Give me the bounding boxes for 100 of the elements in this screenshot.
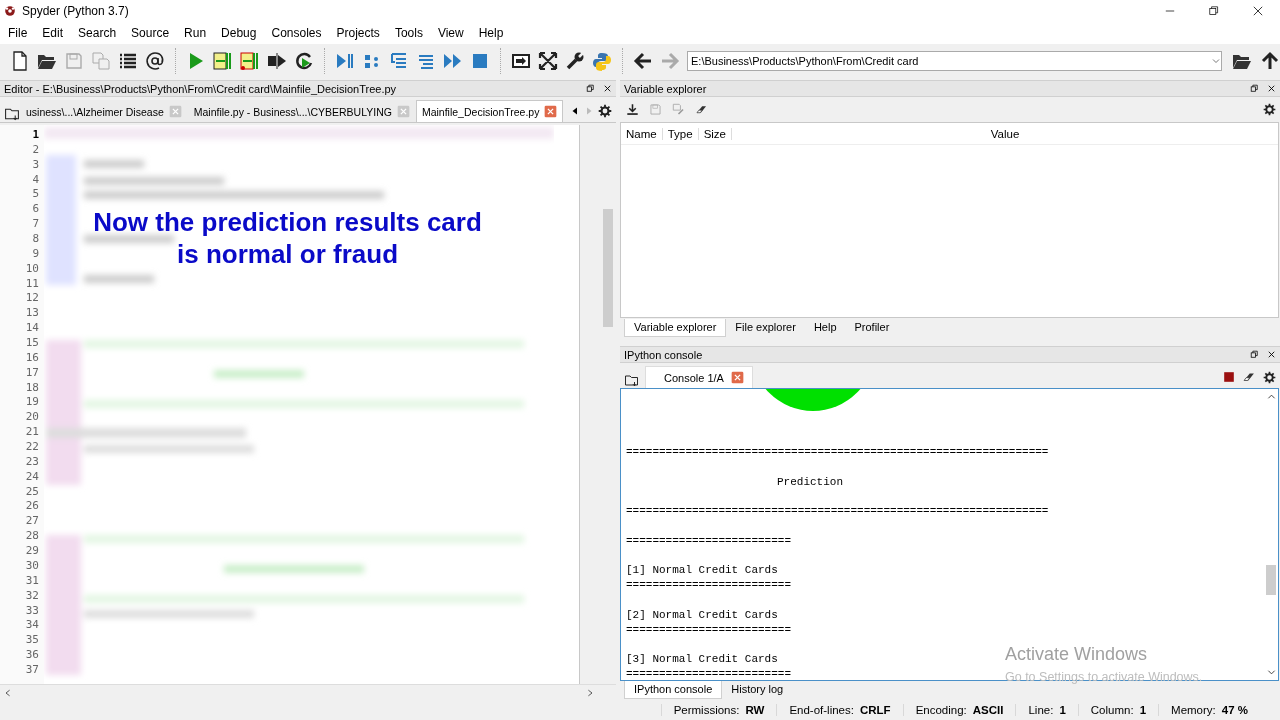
status-value: ASCII [972,704,1004,716]
activation-notice: Activate Windows [1005,644,1148,665]
left-arrow-icon[interactable] [570,105,580,117]
close-icon[interactable] [1252,5,1264,17]
status-label: Column: [1090,704,1134,716]
browse-tabs-icon[interactable] [4,106,20,122]
line-number: 31 [24,573,40,589]
editor-tab[interactable]: Mainfile_DecisionTree.py [415,100,564,122]
line-number: 18 [24,380,40,396]
output-rule: ========================= [626,666,792,680]
menu-item[interactable]: Tools [388,24,429,42]
status-value: 1 [1139,704,1147,716]
menu-item[interactable]: Projects [330,24,386,42]
step-into-icon[interactable] [389,51,409,71]
scroll-thumb[interactable] [603,209,613,327]
pane-title: IPython console [624,348,704,361]
output-line: [2] Normal Credit Cards [626,607,778,623]
line-number: 32 [24,588,40,604]
editor-tab[interactable]: usiness\...\Alzheimer Disease [20,100,188,122]
line-number: 16 [24,350,40,366]
run-cell-icon[interactable] [213,51,233,71]
line-number: 22 [24,440,40,455]
column-header[interactable]: Value [732,127,1278,140]
scroll-down-icon[interactable] [1266,668,1276,677]
browse-tabs-icon[interactable] [624,373,639,388]
new-file-icon[interactable] [10,51,30,71]
stop-icon[interactable] [1223,371,1235,383]
line-number: 12 [24,291,40,307]
pane-title: Variable explorer [624,82,708,95]
list-icon[interactable] [118,51,138,71]
pane-tab[interactable]: IPython console [624,681,723,699]
scroll-up-icon[interactable] [1266,392,1276,401]
menu-item[interactable]: File [2,24,34,42]
output-heading: Prediction [776,474,843,490]
close-icon[interactable] [1266,349,1277,360]
wrench-icon[interactable] [565,51,585,71]
menu-item[interactable]: Help [472,24,510,42]
settings-icon[interactable] [598,104,612,118]
column-header[interactable]: Name [621,127,663,140]
scroll-left-icon[interactable] [4,687,12,698]
output-rule: ================================================================ [626,445,1049,460]
line-number: 17 [24,365,40,381]
status-label: Memory: [1171,704,1216,716]
pane-tab[interactable]: History log [722,681,793,699]
output-rule: ========================= [626,622,792,638]
settings-icon[interactable] [1263,370,1276,384]
run-selection-icon[interactable] [267,51,287,71]
scroll-right-icon[interactable] [586,687,594,698]
status-label: Permissions: [673,704,740,716]
back-arrow-icon[interactable] [633,51,653,71]
line-number: 10 [24,261,40,277]
menu-item[interactable]: Consoles [265,24,328,42]
fullscreen-icon[interactable] [538,51,558,71]
pane-tab[interactable]: Profiler [845,319,899,337]
line-number: 8 [31,232,40,247]
undock-icon[interactable] [1249,83,1260,94]
menu-item[interactable]: Edit [36,24,70,42]
status-value: CRLF [859,704,891,716]
python-logo-icon[interactable] [592,51,612,71]
line-number: 28 [24,529,40,545]
rerun-icon[interactable] [294,51,314,71]
column-header[interactable]: Type [662,127,699,140]
up-arrow-icon[interactable] [1260,51,1280,71]
debug-icon[interactable] [335,51,355,71]
continue-icon[interactable] [443,51,463,71]
undock-icon[interactable] [585,83,596,94]
status-value: RW [745,704,765,716]
menu-item[interactable]: Search [72,24,123,42]
settings-icon[interactable] [1263,102,1276,116]
pane-tab[interactable]: Variable explorer [624,319,727,337]
editor-tab[interactable]: Mainfile.py - Business\...\CYBERBULYING [187,100,416,122]
line-number: 20 [24,410,40,426]
pane-tab[interactable]: File explorer [726,319,805,337]
line-number: 37 [24,662,40,678]
maximize-pane-icon[interactable] [511,51,531,71]
stop-icon[interactable] [470,51,490,71]
close-icon[interactable] [602,83,613,94]
line-number: 29 [24,544,40,559]
import-data-icon[interactable] [626,102,639,116]
console-tab[interactable]: Console 1/A [645,366,753,388]
restore-icon[interactable] [1208,5,1220,17]
menu-item[interactable]: Run [178,24,213,42]
path-field[interactable]: E:\Business\Products\Python\From\Credit card [687,51,1222,71]
menu-item[interactable]: View [431,24,470,42]
status-label: Line: [1028,704,1054,716]
line-number: 6 [31,202,40,218]
window-title: Spyder (Python 3.7) [22,4,129,18]
close-icon[interactable] [1266,83,1277,94]
column-header[interactable]: Size [698,127,732,140]
at-sign-icon[interactable] [145,51,165,71]
line-number: 34 [24,618,40,634]
run-cell-advance-icon[interactable] [240,51,260,71]
menu-item[interactable]: Debug [215,24,263,42]
line-number: 5 [31,187,40,203]
menu-item[interactable]: Source [125,24,176,42]
line-number: 30 [24,558,40,574]
scroll-thumb[interactable] [1266,565,1276,595]
undock-icon[interactable] [1249,349,1260,360]
pane-tab[interactable]: Help [804,319,846,337]
line-number: 7 [31,217,40,232]
